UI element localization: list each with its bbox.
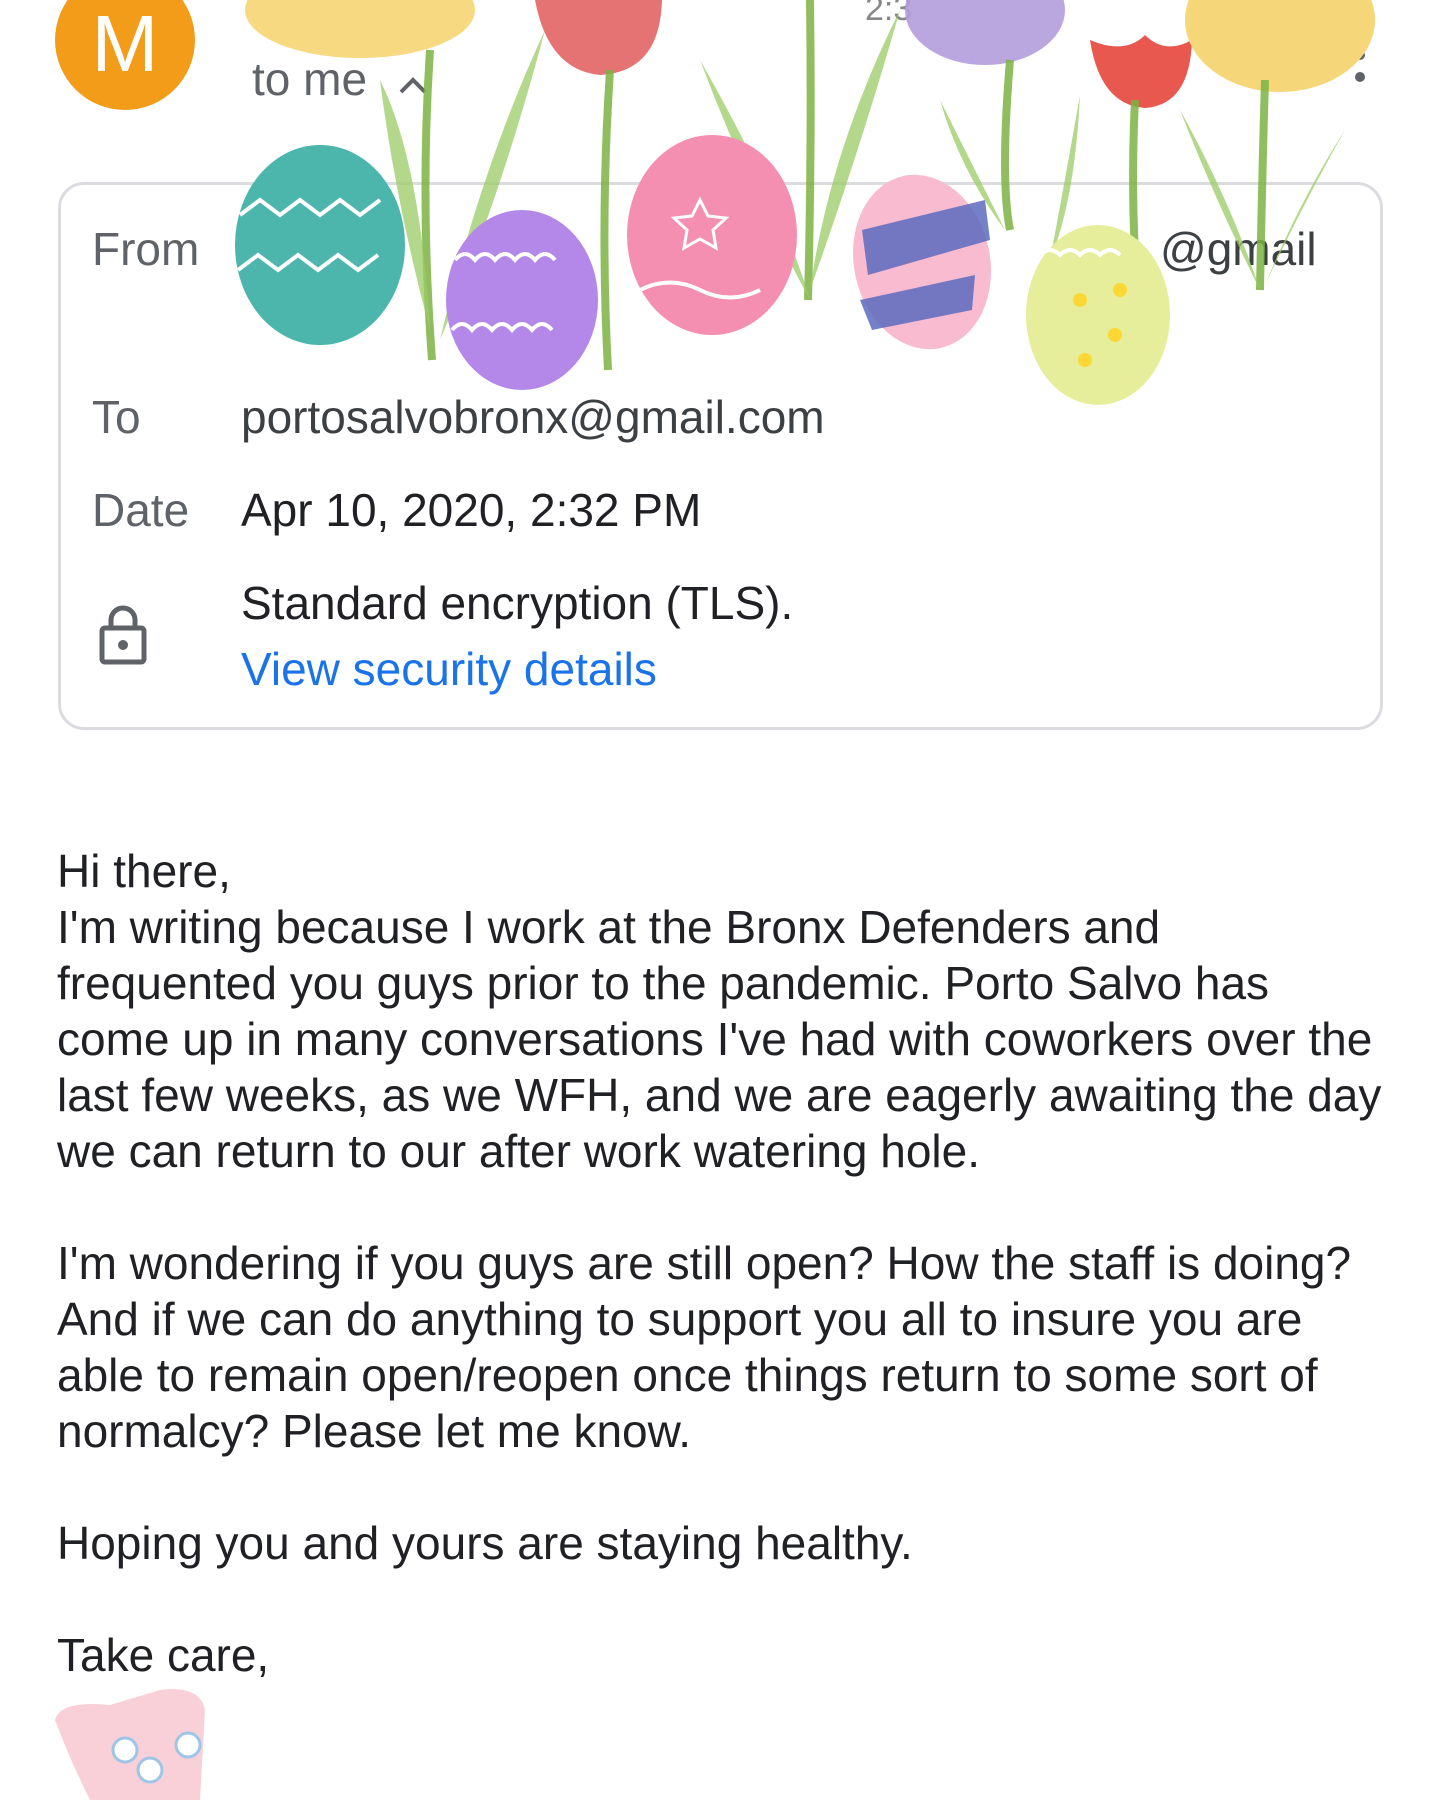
sender-avatar[interactable]: M: [55, 0, 195, 110]
tulip-sticker: [1090, 35, 1192, 108]
greeting: Hi there,: [57, 845, 231, 897]
avatar-letter: M: [91, 0, 159, 88]
tulip-sticker: [905, 0, 1065, 65]
bunny-sticker: [55, 1689, 205, 1800]
body-paragraph-1: I'm writing because I work at the Bronx …: [57, 901, 1395, 1177]
body-paragraph-2: I'm wondering if you guys are still open…: [57, 1237, 1362, 1457]
recipient-toggle-label: to me: [252, 53, 368, 105]
timestamp-fragment: 2:3: [865, 0, 913, 28]
tulip-sticker: [1185, 0, 1375, 92]
email-body: Hi there, I'm writing because I work at t…: [57, 843, 1387, 1683]
tulip-sticker: [245, 0, 475, 58]
encryption-text: Standard encryption (TLS).: [241, 577, 794, 629]
date-value: Apr 10, 2020, 2:32 PM: [241, 484, 702, 536]
date-label: Date: [92, 484, 190, 536]
from-label: From: [92, 223, 200, 275]
more-vert-icon[interactable]: [1355, 28, 1367, 88]
chevron-up-icon: [398, 62, 428, 104]
recipient-toggle[interactable]: to me: [252, 52, 428, 106]
to-value: portosalvobronx@gmail.com: [241, 391, 825, 443]
lock-icon: [98, 602, 148, 666]
view-security-details-link[interactable]: View security details: [241, 642, 657, 696]
tulip-sticker: [535, 0, 662, 75]
body-paragraph-3: Hoping you and yours are staying healthy…: [57, 1517, 913, 1569]
from-value: @gmail: [1160, 223, 1317, 275]
to-label: To: [92, 391, 141, 443]
sign-off: Take care,: [57, 1629, 270, 1681]
